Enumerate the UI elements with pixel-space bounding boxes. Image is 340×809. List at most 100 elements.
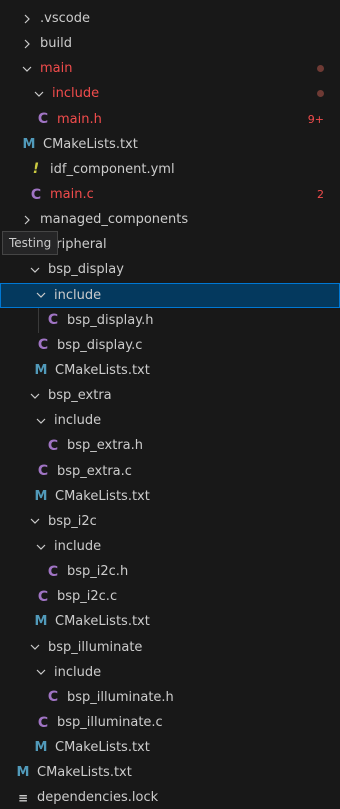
c-file-icon: C: [37, 588, 49, 605]
chevron-right-icon: [20, 12, 34, 26]
file-label: bsp_illuminate.c: [57, 715, 163, 730]
folder-label: .vscode: [40, 11, 90, 27]
tree-row-bsp-display-folder[interactable]: bsp_display: [0, 257, 340, 282]
tree-row-bsp-i2c-c-file[interactable]: C bsp_i2c.c: [0, 584, 340, 609]
file-label: idf_component.yml: [50, 161, 175, 177]
chevron-down-icon: [32, 87, 46, 101]
tree-row-bsp-extra-folder[interactable]: bsp_extra: [0, 383, 340, 408]
folder-label: bsp_extra: [48, 388, 112, 404]
c-file-icon: C: [47, 312, 59, 329]
folder-label: bsp_display: [48, 262, 124, 278]
tree-row-bsp-extra-include-folder[interactable]: include: [0, 408, 340, 433]
tree-row-bsp-i2c-h-file[interactable]: C bsp_i2c.h: [0, 559, 340, 584]
tree-row-bsp-illuminate-include-folder[interactable]: include: [0, 660, 340, 685]
file-label: bsp_extra.c: [57, 463, 132, 479]
tree-row-build-folder[interactable]: build: [0, 31, 340, 56]
tree-row-bsp-i2c-include-folder[interactable]: include: [0, 534, 340, 559]
tree-row-bsp-i2c-cmakelists-file[interactable]: M CMakeLists.txt: [0, 609, 340, 634]
tree-row-main-cmakelists-file[interactable]: M CMakeLists.txt: [0, 132, 340, 157]
tree-row-bsp-illuminate-c-file[interactable]: C bsp_illuminate.c: [0, 710, 340, 735]
tree-row-bsp-illuminate-cmakelists-file[interactable]: M CMakeLists.txt: [0, 735, 340, 760]
error-dot-icon: [317, 65, 324, 73]
chevron-down-icon: [20, 62, 34, 76]
status-indicator: [317, 81, 324, 106]
folder-label: include: [54, 539, 102, 555]
folder-label: build: [40, 36, 72, 52]
cmake-file-icon: M: [34, 363, 48, 379]
file-label: CMakeLists.txt: [55, 363, 150, 379]
tree-row-idf-component-file[interactable]: ! idf_component.yml: [0, 157, 340, 182]
c-file-icon: C: [37, 463, 49, 480]
chevron-down-icon: [34, 540, 48, 554]
folder-label: managed_components: [40, 212, 189, 228]
tree-row-bsp-display-c-file[interactable]: C bsp_display.c: [0, 333, 340, 358]
file-label: main.c: [50, 187, 94, 203]
tree-row-bsp-illuminate-folder[interactable]: bsp_illuminate: [0, 635, 340, 660]
c-file-icon: C: [37, 111, 49, 128]
tree-row-dependencies-lock-file[interactable]: ≡ dependencies.lock: [0, 785, 340, 809]
file-label: CMakeLists.txt: [55, 614, 150, 630]
tree-row-bsp-display-cmakelists-file[interactable]: M CMakeLists.txt: [0, 358, 340, 383]
file-label: bsp_extra.h: [67, 438, 144, 454]
file-label: CMakeLists.txt: [55, 740, 150, 756]
cmake-file-icon: M: [34, 488, 48, 504]
problem-count: 9+: [307, 112, 324, 126]
folder-label: include: [54, 287, 102, 303]
file-label: main.h: [57, 111, 102, 127]
cmake-file-icon: M: [16, 765, 30, 781]
c-file-icon: C: [47, 563, 59, 580]
indent-guide: [38, 307, 39, 333]
tree-row-managed-components-folder[interactable]: managed_components: [0, 207, 340, 232]
chevron-down-icon: [28, 389, 42, 403]
chevron-down-icon: [34, 665, 48, 679]
file-explorer-tree: .vscode build main include C main.h 9+ M…: [0, 6, 340, 809]
folder-label: main: [40, 61, 73, 77]
chevron-down-icon: [34, 288, 48, 302]
tree-row-bsp-extra-c-file[interactable]: C bsp_extra.c: [0, 459, 340, 484]
tree-row-root-cmakelists-file[interactable]: M CMakeLists.txt: [0, 760, 340, 785]
c-file-icon: C: [37, 337, 49, 354]
hover-tooltip: Testing: [2, 231, 59, 255]
file-label: bsp_i2c.h: [67, 564, 129, 580]
chevron-down-icon: [28, 263, 42, 277]
tree-row-bsp-display-include-folder[interactable]: include: [0, 282, 340, 308]
folder-label: include: [54, 413, 102, 429]
c-file-icon: C: [47, 437, 59, 454]
chevron-down-icon: [28, 640, 42, 654]
problem-count-badge: 9+: [308, 107, 324, 132]
lines-file-icon: ≡: [17, 790, 29, 805]
chevron-down-icon: [28, 514, 42, 528]
folder-label: bsp_i2c: [48, 513, 97, 529]
tree-row-main-folder[interactable]: main: [0, 56, 340, 81]
tree-row-main-c-file[interactable]: C main.c 2: [0, 182, 340, 207]
problem-count: 2: [317, 188, 324, 202]
cmake-file-icon: M: [34, 614, 48, 630]
cmake-file-icon: M: [34, 740, 48, 756]
file-label: CMakeLists.txt: [37, 765, 132, 781]
tree-row-vscode-folder[interactable]: .vscode: [0, 6, 340, 31]
folder-label: bsp_illuminate: [48, 639, 143, 655]
yaml-file-icon: !: [32, 161, 40, 178]
problem-count-badge: 2: [317, 182, 324, 207]
file-label: CMakeLists.txt: [55, 488, 150, 504]
tree-row-main-h-file[interactable]: C main.h 9+: [0, 107, 340, 132]
tree-row-bsp-i2c-folder[interactable]: bsp_i2c: [0, 509, 340, 534]
file-label: bsp_i2c.c: [57, 589, 118, 605]
chevron-right-icon: [20, 213, 34, 227]
tree-row-bsp-extra-cmakelists-file[interactable]: M CMakeLists.txt: [0, 484, 340, 509]
file-label: bsp_illuminate.h: [67, 689, 174, 705]
tree-row-bsp-display-h-file[interactable]: C bsp_display.h: [0, 307, 340, 333]
c-file-icon: C: [37, 714, 49, 731]
error-dot-icon: [317, 90, 324, 98]
folder-label: include: [54, 664, 102, 680]
folder-label: include: [52, 86, 100, 102]
tree-row-bsp-illuminate-h-file[interactable]: C bsp_illuminate.h: [0, 685, 340, 710]
cmake-file-icon: M: [22, 136, 36, 152]
status-indicator: [317, 56, 324, 81]
file-label: dependencies.lock: [37, 790, 159, 806]
chevron-down-icon: [34, 414, 48, 428]
chevron-right-icon: [20, 37, 34, 51]
tree-row-bsp-extra-h-file[interactable]: C bsp_extra.h: [0, 433, 340, 458]
tree-row-main-include-folder[interactable]: include: [0, 81, 340, 106]
c-file-icon: C: [47, 689, 59, 706]
